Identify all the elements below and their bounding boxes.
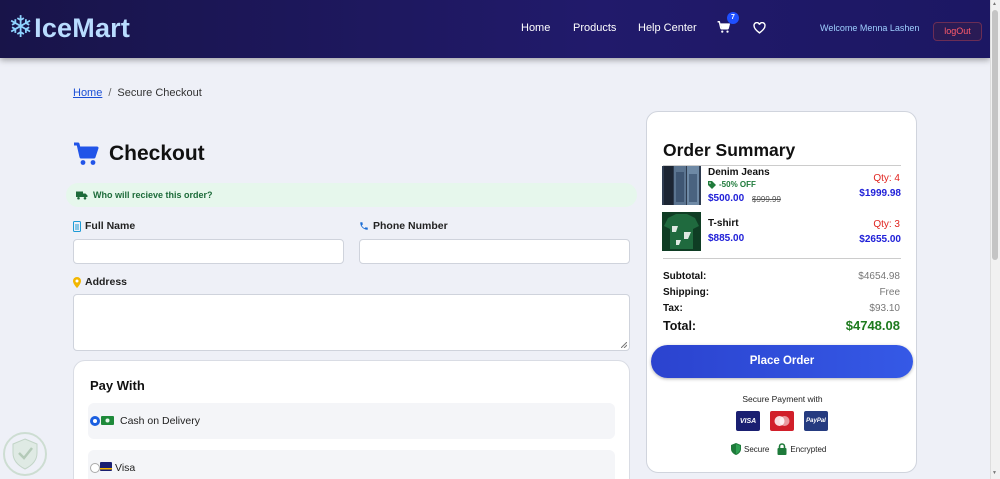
visa-card-icon: VISA bbox=[736, 411, 760, 431]
cash-radio[interactable] bbox=[90, 416, 100, 426]
visa-option-label: Visa bbox=[115, 462, 136, 474]
phone-label: Phone Number bbox=[359, 220, 448, 232]
item-name: Denim Jeans bbox=[708, 167, 770, 178]
item-line-total: $2655.00 bbox=[859, 234, 901, 245]
heart-icon[interactable] bbox=[753, 22, 766, 34]
map-pin-icon bbox=[73, 276, 81, 288]
address-label: Address bbox=[73, 276, 127, 288]
item-qty: Qty: 4 bbox=[873, 173, 900, 184]
tshirt-thumbnail[interactable] bbox=[662, 212, 701, 251]
subtotal-label: Subtotal: bbox=[663, 271, 707, 282]
nav-help-center-link[interactable]: Help Center bbox=[638, 22, 697, 34]
breadcrumb: Home / Secure Checkout bbox=[73, 87, 202, 99]
phone-icon bbox=[359, 221, 369, 231]
lock-icon bbox=[777, 443, 787, 455]
recipient-prompt-text: Who will recieve this order? bbox=[93, 190, 213, 200]
payment-option-visa[interactable]: Visa bbox=[88, 450, 615, 479]
breadcrumb-separator: / bbox=[108, 87, 112, 99]
discount-badge: -50% OFF bbox=[708, 180, 756, 189]
resize-handle-icon[interactable] bbox=[621, 342, 627, 348]
payment-method-card: Pay With Cash on Delivery Visa bbox=[73, 360, 630, 479]
full-name-label: Full Name bbox=[73, 220, 135, 232]
payment-option-cash[interactable]: Cash on Delivery bbox=[88, 403, 615, 439]
discount-text: -50% OFF bbox=[719, 180, 756, 189]
subtotal-value: $4654.98 bbox=[858, 271, 900, 282]
full-name-label-text: Full Name bbox=[85, 220, 136, 232]
item-qty: Qty: 3 bbox=[873, 219, 900, 230]
total-label: Total: bbox=[663, 319, 697, 333]
tag-icon bbox=[708, 180, 716, 189]
paypal-icon: PayPal bbox=[804, 411, 828, 431]
item-price: $500.00 bbox=[708, 193, 745, 204]
visa-radio[interactable] bbox=[90, 463, 100, 473]
secure-payment-text: Secure Payment with bbox=[742, 394, 823, 404]
item-old-price: $999.99 bbox=[752, 195, 781, 204]
truck-icon bbox=[76, 191, 88, 200]
id-card-icon bbox=[73, 220, 81, 232]
item-name: T-shirt bbox=[708, 218, 739, 229]
encrypted-text: Encrypted bbox=[790, 444, 827, 454]
shipping-value: Free bbox=[879, 287, 900, 298]
breadcrumb-home-link[interactable]: Home bbox=[73, 87, 102, 99]
tax-value: $93.10 bbox=[869, 303, 900, 314]
scroll-down-arrow-icon[interactable]: ▼ bbox=[992, 470, 997, 476]
tax-label: Tax: bbox=[663, 303, 683, 314]
nav-home-link[interactable]: Home bbox=[521, 22, 550, 34]
shipping-label: Shipping: bbox=[663, 287, 710, 298]
recipient-prompt: Who will recieve this order? bbox=[66, 183, 637, 207]
item-line-total: $1999.98 bbox=[859, 188, 901, 199]
paypal-card-text: PayPal bbox=[806, 418, 826, 424]
payment-cards: VISA PayPal bbox=[736, 411, 828, 431]
brand-logo[interactable]: ❄ IceMart bbox=[8, 10, 130, 46]
address-field[interactable] bbox=[73, 294, 630, 351]
denim-jeans-thumbnail[interactable] bbox=[662, 166, 701, 205]
shield-icon bbox=[731, 443, 741, 455]
place-order-button[interactable]: Place Order bbox=[651, 345, 913, 378]
scrollbar-thumb[interactable] bbox=[992, 10, 998, 260]
full-name-field[interactable] bbox=[73, 239, 344, 264]
scroll-up-arrow-icon[interactable]: ▲ bbox=[992, 1, 997, 7]
cart-icon bbox=[74, 142, 99, 165]
secure-badge: Secure bbox=[731, 443, 769, 455]
order-summary-title: Order Summary bbox=[663, 140, 796, 160]
divider bbox=[663, 258, 901, 259]
cart-count-badge: 7 bbox=[727, 12, 739, 24]
top-navbar: ❄ IceMart Home Products Help Center 7 We… bbox=[0, 0, 990, 58]
watermark-shield-icon bbox=[3, 432, 47, 476]
page-title: Checkout bbox=[109, 142, 205, 165]
visa-card-text: VISA bbox=[739, 417, 757, 425]
phone-number-field[interactable] bbox=[359, 239, 630, 264]
visa-card-icon bbox=[100, 462, 112, 471]
brand-name: IceMart bbox=[34, 12, 131, 43]
security-badges: Secure Encrypted bbox=[731, 443, 834, 455]
logout-button[interactable]: logOut bbox=[933, 22, 982, 41]
breadcrumb-current: Secure Checkout bbox=[117, 87, 202, 99]
nav-products-link[interactable]: Products bbox=[573, 22, 616, 34]
money-bill-icon bbox=[101, 416, 114, 425]
snowflake-icon: ❄ bbox=[8, 10, 34, 45]
welcome-text: Welcome Menna Lashen bbox=[820, 23, 920, 33]
encrypted-badge: Encrypted bbox=[777, 443, 826, 455]
mastercard-icon bbox=[770, 411, 794, 431]
secure-text: Secure bbox=[744, 444, 770, 454]
phone-label-text: Phone Number bbox=[373, 220, 448, 232]
item-price: $885.00 bbox=[708, 233, 745, 244]
payment-title: Pay With bbox=[90, 378, 145, 393]
checkout-heading: Checkout bbox=[73, 142, 205, 166]
total-value: $4748.08 bbox=[845, 318, 900, 333]
address-label-text: Address bbox=[85, 276, 128, 288]
cash-option-label: Cash on Delivery bbox=[120, 415, 200, 427]
order-summary-card: Order Summary Denim Jeans -50% OFF $500.… bbox=[646, 111, 917, 473]
